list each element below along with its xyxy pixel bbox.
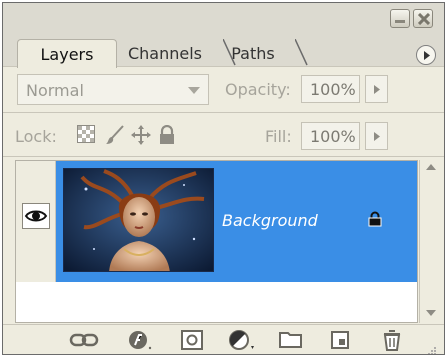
opacity-field[interactable]: 100% <box>301 75 360 103</box>
panel-titlebar <box>3 3 444 31</box>
new-layer-icon <box>331 331 349 349</box>
blend-mode-select[interactable]: Normal <box>17 74 209 105</box>
tab-layers[interactable]: Layers <box>17 39 117 68</box>
folder-icon <box>279 332 302 348</box>
minimize-button[interactable] <box>390 9 410 28</box>
half-circle-icon <box>229 330 254 350</box>
divider <box>3 156 444 157</box>
layers-list: Background <box>15 160 418 323</box>
scroll-down-icon[interactable] <box>426 310 436 316</box>
visibility-cell <box>16 161 56 282</box>
layer-mask-icon <box>181 330 203 350</box>
tab-strip: Channels Paths Layers <box>3 31 444 68</box>
brush-icon <box>106 125 124 144</box>
close-button[interactable] <box>413 9 433 28</box>
delete-layer-button[interactable] <box>381 329 405 351</box>
opacity-slider-button[interactable] <box>365 75 388 103</box>
scroll-up-icon[interactable] <box>426 164 436 170</box>
triangle-right-icon <box>374 85 380 94</box>
divider <box>3 112 444 113</box>
layer-lock-indicator <box>368 211 382 231</box>
fx-icon <box>129 331 152 350</box>
portrait-thumbnail-image <box>64 169 213 271</box>
panel-menu-arrow-icon <box>424 51 430 60</box>
panel-menu-button[interactable] <box>416 45 436 65</box>
checkerboard-icon <box>77 125 95 143</box>
add-mask-button[interactable] <box>181 329 205 351</box>
triangle-right-icon <box>374 132 380 141</box>
panel-bottom-toolbar <box>3 324 444 354</box>
new-layer-button[interactable] <box>329 329 353 351</box>
padlock-icon <box>368 211 382 227</box>
fill-slider-button[interactable] <box>365 122 388 150</box>
minimize-icon <box>395 20 405 23</box>
link-layers-button[interactable] <box>69 329 99 351</box>
eye-icon <box>24 210 48 222</box>
lock-position-button[interactable] <box>131 125 151 149</box>
layer-visibility-toggle[interactable] <box>22 203 50 229</box>
adjustment-layer-button[interactable] <box>228 329 254 351</box>
opacity-value: 100% <box>310 80 356 99</box>
tab-channels-label: Channels <box>127 44 203 63</box>
blend-mode-value: Normal <box>26 81 84 100</box>
resize-grip-icon <box>428 347 436 354</box>
move-icon <box>131 125 151 145</box>
close-icon <box>418 13 430 25</box>
lock-label: Lock: <box>15 127 57 146</box>
layer-name: Background <box>222 211 318 230</box>
tab-channels[interactable]: Channels <box>107 39 236 67</box>
layer-row-background[interactable]: Background <box>16 161 417 282</box>
fill-value: 100% <box>310 127 356 146</box>
layers-panel: Channels Paths Layers Normal Opacity: 10… <box>2 2 445 355</box>
lock-all-button[interactable] <box>158 124 176 149</box>
layer-thumbnail[interactable] <box>63 168 214 272</box>
trash-icon <box>383 330 401 351</box>
tab-paths[interactable]: Paths <box>211 39 308 67</box>
tab-paths-label: Paths <box>231 44 275 63</box>
layer-style-button[interactable] <box>127 329 152 351</box>
new-group-button[interactable] <box>279 329 303 351</box>
lock-transparent-pixels-button[interactable] <box>77 125 95 147</box>
tab-layers-label: Layers <box>40 45 94 64</box>
lock-image-pixels-button[interactable] <box>105 125 125 149</box>
chevron-down-icon <box>188 87 200 94</box>
vertical-scrollbar[interactable] <box>419 160 441 323</box>
link-icon <box>69 333 99 347</box>
fill-field[interactable]: 100% <box>301 122 360 150</box>
resize-grip[interactable] <box>425 341 437 354</box>
padlock-icon <box>160 124 174 144</box>
fill-label: Fill: <box>265 127 292 146</box>
opacity-label: Opacity: <box>225 80 291 99</box>
